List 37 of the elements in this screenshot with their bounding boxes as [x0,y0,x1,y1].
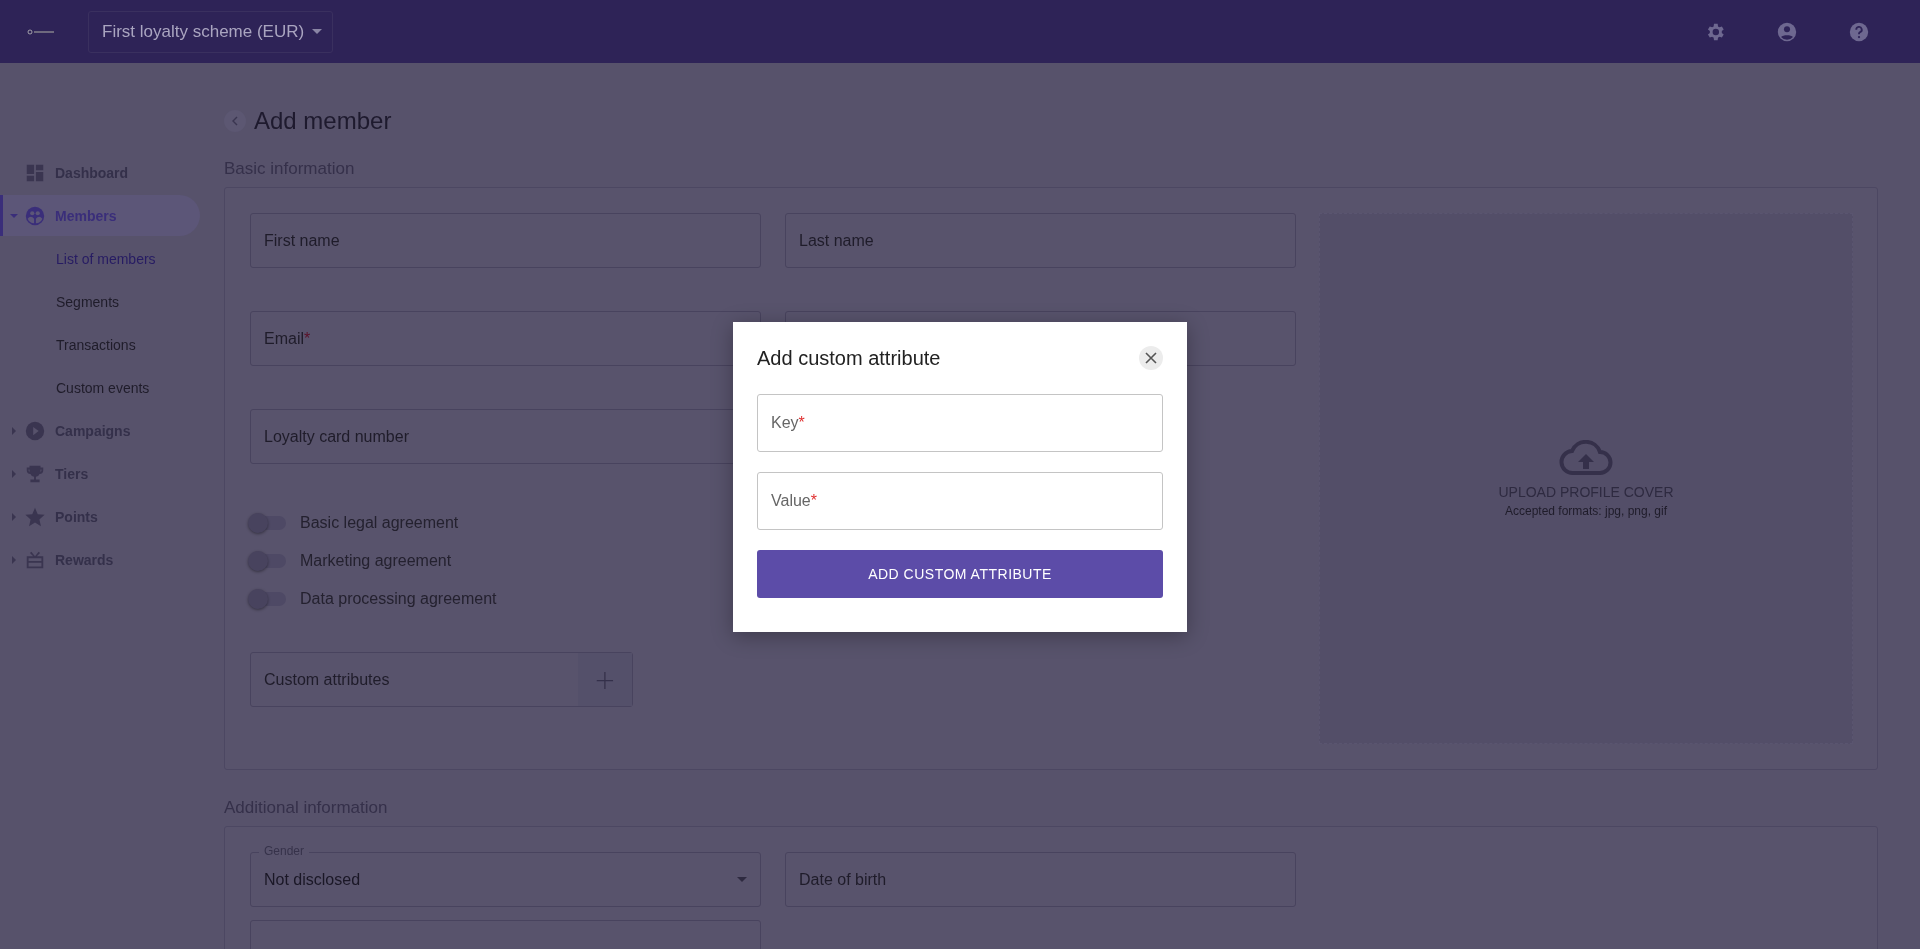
toggle-label: Marketing agreement [300,552,452,570]
caret-icon [9,426,18,435]
account-icon[interactable] [1776,20,1798,43]
caret-icon [9,555,18,564]
page-title: Add member [254,107,392,135]
submit-button[interactable]: ADD CUSTOM ATTRIBUTE [757,550,1163,598]
members-icon [24,204,46,227]
chevron-left-icon [232,116,238,126]
close-button[interactable] [1139,346,1163,370]
custom-attributes-field[interactable]: Custom attributes + [250,652,633,707]
back-button[interactable] [224,110,246,132]
caret-icon [9,469,18,478]
scheme-dropdown[interactable]: First loyalty scheme (EUR) [88,10,334,53]
input-field[interactable]: Last name [785,213,1296,268]
input-field[interactable]: Key* [757,394,1163,452]
add-button[interactable]: + [578,653,632,706]
toggle-switch[interactable] [250,516,286,530]
toggle-label: Data processing agreement [300,590,497,608]
caret-icon [9,211,18,220]
close-icon [1145,352,1157,364]
input-field[interactable]: Value* [757,472,1163,530]
logo-drawing [27,28,55,35]
toggle-switch[interactable] [250,592,286,606]
cloud-upload-icon [1559,439,1613,476]
input-field[interactable]: First name [250,213,761,268]
toggle-label: Basic legal agreement [300,514,459,532]
sidebar-subitem[interactable]: Custom events [0,367,158,408]
upload-hint: Accepted formats: jpg, png, gif [1504,503,1668,518]
toggle-switch[interactable] [250,554,286,568]
help-icon[interactable] [1848,20,1870,43]
play-icon [24,419,46,442]
caret-icon [9,512,18,521]
caret-icon [312,29,323,34]
sidebar-subitem[interactable]: Transactions [0,324,144,365]
sidebar-subitem[interactable]: Segments [0,281,128,322]
caret-icon [737,877,747,882]
input-field[interactable]: Date of birth [785,852,1296,907]
